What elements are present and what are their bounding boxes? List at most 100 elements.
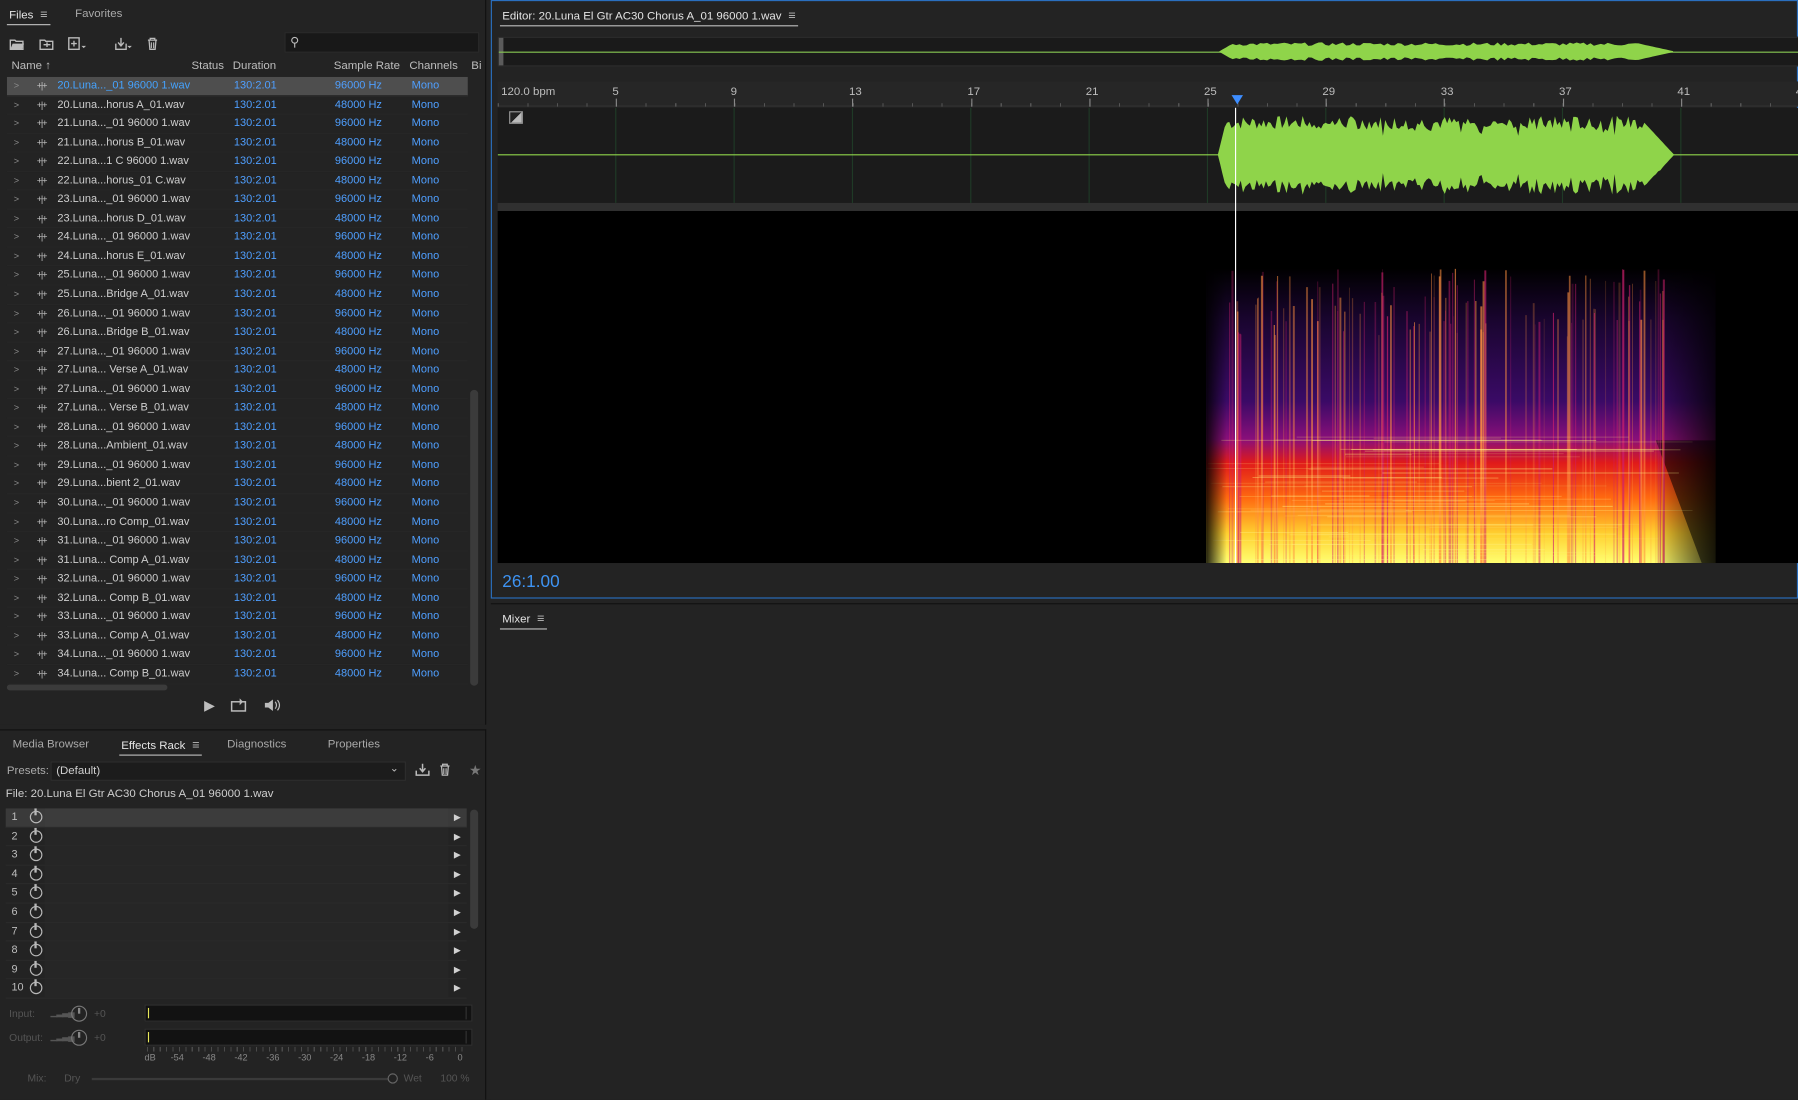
tab-mixer[interactable]: Mixer ≡: [493, 604, 554, 634]
power-icon[interactable]: [29, 922, 43, 938]
effect-slots-scrollbar[interactable]: [470, 809, 479, 929]
mix-slider-track[interactable]: [91, 1077, 393, 1081]
expand-chevron-icon[interactable]: >: [14, 570, 19, 589]
hud-toggle-icon[interactable]: [509, 111, 523, 124]
spectral-frequency-display[interactable]: [497, 210, 1798, 564]
effect-slot-field[interactable]: [44, 960, 449, 979]
tab-favorites[interactable]: Favorites: [66, 0, 132, 30]
effect-slot-field[interactable]: [44, 979, 449, 998]
file-row[interactable]: > +|+ 21.Luna..._01 96000 1.wav 130:2.01…: [6, 115, 468, 134]
power-icon[interactable]: [29, 846, 43, 862]
expand-chevron-icon[interactable]: >: [14, 437, 19, 456]
slot-menu-arrow-icon[interactable]: ▶: [454, 980, 461, 999]
file-row[interactable]: > +|+ 27.Luna... Verse A_01.wav 130:2.01…: [6, 361, 468, 381]
file-row[interactable]: > +|+ 33.Luna... Comp A_01.wav 130:2.01 …: [6, 627, 468, 647]
expand-chevron-icon[interactable]: >: [14, 115, 19, 134]
chevron-down-icon[interactable]: ⌄: [390, 763, 399, 776]
power-icon[interactable]: [29, 884, 43, 900]
time-ruler[interactable]: 120.0 bpm 59131721252933374145: [497, 81, 1798, 107]
file-row[interactable]: > +|+ 26.Luna...Bridge B_01.wav 130:2.01…: [6, 323, 468, 343]
file-row[interactable]: > +|+ 28.Luna...Ambient_01.wav 130:2.01 …: [6, 437, 468, 457]
output-gain-knob[interactable]: [71, 1029, 88, 1046]
panel-menu-icon[interactable]: ≡: [537, 604, 544, 634]
slot-menu-arrow-icon[interactable]: ▶: [454, 923, 461, 942]
insert-into-multitrack-icon[interactable]: [112, 33, 133, 54]
slot-menu-arrow-icon[interactable]: ▶: [454, 904, 461, 923]
tab-media-browser[interactable]: Media Browser: [3, 730, 98, 760]
expand-chevron-icon[interactable]: >: [14, 646, 19, 665]
effect-slot[interactable]: 1 ▶: [5, 808, 467, 828]
effect-slot[interactable]: 6 ▶: [5, 903, 467, 923]
file-row[interactable]: > +|+ 30.Luna...ro Comp_01.wav 130:2.01 …: [6, 513, 468, 533]
panel-menu-icon[interactable]: ≡: [40, 0, 47, 30]
slot-menu-arrow-icon[interactable]: ▶: [454, 808, 461, 827]
file-row[interactable]: > +|+ 24.Luna..._01 96000 1.wav 130:2.01…: [6, 229, 468, 248]
file-row[interactable]: > +|+ 23.Luna..._01 96000 1.wav 130:2.01…: [6, 191, 468, 210]
file-list-scrollbar[interactable]: [470, 389, 479, 686]
expand-chevron-icon[interactable]: >: [14, 399, 19, 418]
expand-chevron-icon[interactable]: >: [14, 551, 19, 570]
current-time-display[interactable]: 26:1.00: [502, 572, 559, 591]
expand-chevron-icon[interactable]: >: [14, 229, 19, 248]
file-list-horizontal-scrollbar[interactable]: [6, 684, 168, 691]
expand-chevron-icon[interactable]: >: [14, 627, 19, 646]
file-row[interactable]: > +|+ 22.Luna...horus_01 C.wav 130:2.01 …: [6, 172, 468, 191]
open-file-icon[interactable]: [7, 33, 28, 54]
file-row[interactable]: > +|+ 31.Luna... Comp A_01.wav 130:2.01 …: [6, 551, 468, 571]
effect-slot[interactable]: 2 ▶: [5, 827, 467, 847]
power-icon[interactable]: [29, 903, 43, 919]
expand-chevron-icon[interactable]: >: [14, 172, 19, 191]
power-icon[interactable]: [29, 808, 43, 824]
new-file-icon[interactable]: [67, 33, 88, 54]
expand-chevron-icon[interactable]: >: [14, 96, 19, 115]
waveform-display[interactable]: [497, 107, 1798, 203]
panel-menu-icon[interactable]: ≡: [788, 1, 795, 31]
expand-chevron-icon[interactable]: >: [14, 286, 19, 305]
effect-slot[interactable]: 9 ▶: [5, 960, 467, 980]
expand-chevron-icon[interactable]: >: [14, 267, 19, 286]
effect-slot-field[interactable]: [44, 808, 449, 827]
play-icon[interactable]: ▶: [204, 697, 215, 713]
file-row[interactable]: > +|+ 29.Luna...bient 2_01.wav 130:2.01 …: [6, 475, 468, 495]
files-search-input[interactable]: [284, 32, 480, 53]
file-row[interactable]: > +|+ 25.Luna...Bridge A_01.wav 130:2.01…: [6, 286, 468, 305]
expand-chevron-icon[interactable]: >: [14, 665, 19, 684]
mix-value[interactable]: 100 %: [440, 1072, 469, 1083]
effect-slot-field[interactable]: [44, 884, 449, 903]
file-row[interactable]: > +|+ 21.Luna...horus B_01.wav 130:2.01 …: [6, 134, 468, 153]
header-sample-rate[interactable]: Sample Rate: [334, 60, 400, 73]
header-duration[interactable]: Duration: [233, 60, 276, 73]
file-row[interactable]: > +|+ 20.Luna..._01 96000 1.wav 130:2.01…: [6, 76, 468, 96]
expand-chevron-icon[interactable]: >: [14, 305, 19, 324]
file-row[interactable]: > +|+ 26.Luna..._01 96000 1.wav 130:2.01…: [6, 305, 468, 324]
file-row[interactable]: > +|+ 23.Luna...horus D_01.wav 130:2.01 …: [6, 210, 468, 229]
auto-play-speaker-icon[interactable]: [263, 697, 281, 713]
file-row[interactable]: > +|+ 29.Luna..._01 96000 1.wav 130:2.01…: [6, 456, 468, 476]
effect-slot-field[interactable]: [44, 827, 449, 846]
file-row[interactable]: > +|+ 34.Luna..._01 96000 1.wav 130:2.01…: [6, 646, 468, 666]
input-gain-value[interactable]: +0: [94, 1008, 106, 1019]
file-row[interactable]: > +|+ 27.Luna..._01 96000 1.wav 130:2.01…: [6, 342, 468, 362]
tab-effects-rack[interactable]: Effects Rack ≡: [112, 730, 209, 760]
power-icon[interactable]: [29, 865, 43, 881]
playhead-line[interactable]: [1234, 107, 1237, 564]
effect-slot[interactable]: 10 ▶: [5, 979, 467, 999]
effect-slot[interactable]: 8 ▶: [5, 941, 467, 961]
tab-editor[interactable]: Editor: 20.Luna El Gtr AC30 Chorus A_01 …: [493, 1, 805, 31]
file-row[interactable]: > +|+ 31.Luna..._01 96000 1.wav 130:2.01…: [6, 532, 468, 552]
tab-properties[interactable]: Properties: [319, 730, 390, 760]
slot-menu-arrow-icon[interactable]: ▶: [454, 961, 461, 980]
file-row[interactable]: > +|+ 32.Luna... Comp B_01.wav 130:2.01 …: [6, 589, 468, 609]
effect-slot[interactable]: 5 ▶: [5, 884, 467, 904]
expand-chevron-icon[interactable]: >: [14, 494, 19, 513]
header-status[interactable]: Status: [191, 60, 224, 73]
expand-chevron-icon[interactable]: >: [14, 153, 19, 172]
expand-chevron-icon[interactable]: >: [14, 589, 19, 608]
slot-menu-arrow-icon[interactable]: ▶: [454, 827, 461, 846]
file-row[interactable]: > +|+ 33.Luna..._01 96000 1.wav 130:2.01…: [6, 608, 468, 628]
input-gain-knob[interactable]: [71, 1005, 88, 1022]
effect-slot-field[interactable]: [44, 922, 449, 941]
file-row[interactable]: > +|+ 22.Luna...1 C 96000 1.wav 130:2.01…: [6, 153, 468, 172]
slot-menu-arrow-icon[interactable]: ▶: [454, 942, 461, 961]
power-icon[interactable]: [29, 960, 43, 976]
